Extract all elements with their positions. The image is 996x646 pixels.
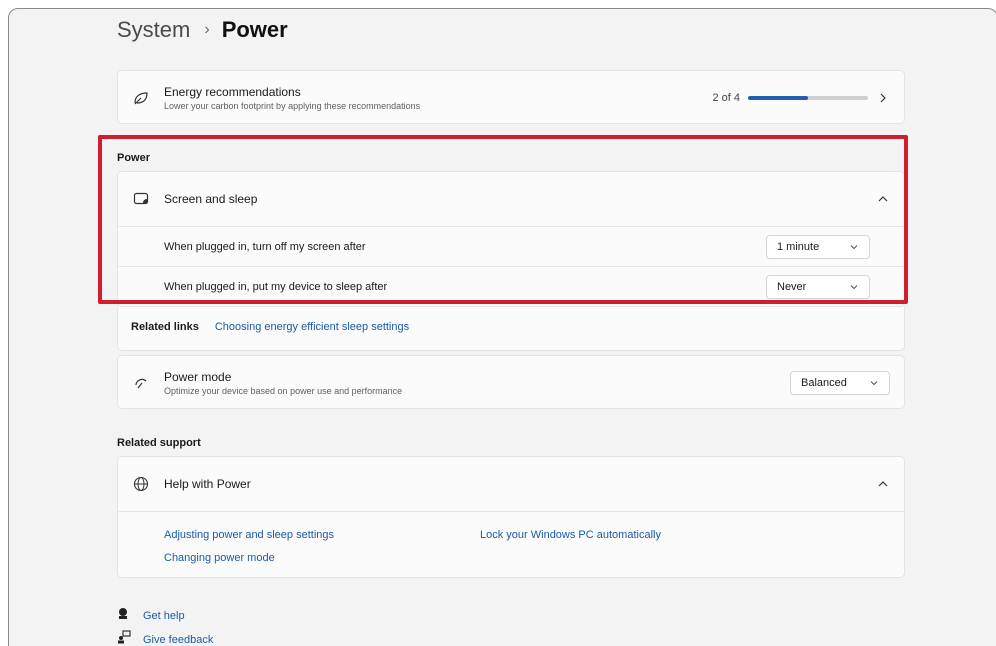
feedback-icon	[117, 630, 131, 646]
screen-and-sleep-header[interactable]: Screen and sleep	[118, 172, 904, 226]
chevron-down-icon	[869, 378, 879, 391]
screen-and-sleep-title: Screen and sleep	[164, 192, 258, 206]
energy-sleep-settings-link[interactable]: Choosing energy efficient sleep settings	[215, 321, 409, 333]
power-mode-subtitle: Optimize your device based on power use …	[164, 386, 403, 396]
related-support-label: Related support	[117, 437, 201, 449]
help-links: Adjusting power and sleep settings Chang…	[118, 511, 904, 579]
related-links-label: Related links	[131, 321, 199, 333]
power-section-label: Power	[117, 152, 151, 164]
give-feedback-link[interactable]: Give feedback	[143, 634, 213, 646]
sleep-label: When plugged in, put my device to sleep …	[164, 280, 388, 293]
sleep-value: Never	[777, 281, 807, 293]
globe-icon	[132, 475, 150, 493]
help-with-power-title: Help with Power	[164, 477, 251, 491]
help-link-lock-pc[interactable]: Lock your Windows PC automatically	[480, 529, 661, 541]
chevron-down-icon	[849, 242, 859, 255]
sleep-dropdown[interactable]: Never	[766, 275, 870, 299]
get-help-item[interactable]: Get help	[117, 606, 185, 625]
power-mode-dropdown[interactable]: Balanced	[790, 371, 890, 395]
energy-progress: 2 of 4	[712, 92, 868, 104]
screen-off-label: When plugged in, turn off my screen afte…	[164, 240, 366, 253]
page-title: Power	[221, 17, 288, 42]
energy-title: Energy recommendations	[164, 85, 301, 99]
screen-off-dropdown[interactable]: 1 minute	[766, 235, 870, 259]
chevron-right-icon	[876, 91, 890, 105]
help-link-power-sleep[interactable]: Adjusting power and sleep settings	[164, 529, 334, 541]
power-mode-value: Balanced	[801, 377, 847, 389]
chevron-up-icon	[876, 192, 890, 206]
breadcrumb: System › Power	[117, 17, 288, 43]
breadcrumb-separator: ›	[204, 21, 210, 38]
breadcrumb-system[interactable]: System	[117, 17, 190, 43]
screen-off-value: 1 minute	[777, 241, 820, 253]
power-mode-title: Power mode	[164, 370, 232, 384]
chevron-up-icon	[876, 477, 890, 491]
help-with-power-header[interactable]: Help with Power	[118, 457, 904, 511]
get-help-link[interactable]: Get help	[143, 610, 185, 622]
screen-and-sleep-card: Screen and sleep When plugged in, turn o…	[117, 171, 905, 307]
settings-window: System › Power Energy recommendations Lo…	[8, 8, 996, 646]
power-mode-icon	[132, 374, 150, 392]
give-feedback-item[interactable]: Give feedback	[117, 630, 213, 646]
power-mode-card: Power mode Optimize your device based on…	[117, 355, 905, 409]
progress-text: 2 of 4	[712, 92, 740, 104]
chevron-down-icon	[849, 282, 859, 295]
screen-off-row: When plugged in, turn off my screen afte…	[118, 226, 904, 266]
progress-fill	[748, 96, 808, 100]
help-with-power-card: Help with Power Adjusting power and slee…	[117, 456, 905, 578]
sleep-row: When plugged in, put my device to sleep …	[118, 266, 904, 306]
progress-track	[748, 96, 868, 100]
get-help-icon	[117, 606, 131, 625]
energy-subtitle: Lower your carbon footprint by applying …	[164, 101, 421, 111]
related-links-card: Related links Choosing energy efficient …	[117, 307, 905, 351]
screen-sleep-icon	[132, 190, 150, 208]
leaf-icon	[132, 89, 150, 107]
energy-recommendations-card[interactable]: Energy recommendations Lower your carbon…	[117, 70, 905, 124]
help-link-power-mode[interactable]: Changing power mode	[164, 552, 275, 564]
